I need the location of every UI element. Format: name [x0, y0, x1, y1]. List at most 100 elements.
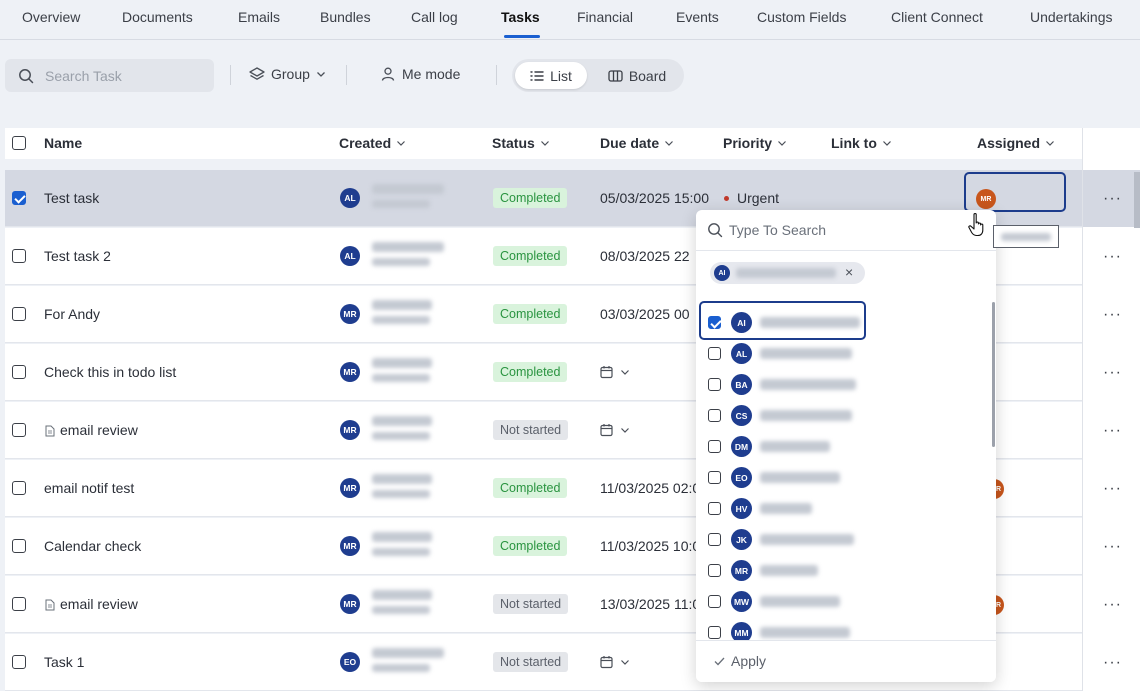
task-name[interactable]: Calendar check	[44, 538, 141, 554]
assignee-checkbox[interactable]	[708, 347, 721, 360]
due-date[interactable]: 13/03/2025 11:0	[600, 596, 700, 612]
row-more-icon[interactable]: ···	[1103, 538, 1122, 556]
set-due-date-button[interactable]	[600, 655, 630, 669]
task-name[interactable]: Test task 2	[44, 248, 111, 264]
status-badge[interactable]: Completed	[493, 362, 568, 382]
due-date[interactable]: 11/03/2025 02:0	[600, 480, 700, 496]
task-name[interactable]: Task 1	[44, 654, 84, 670]
tab-undertakings[interactable]: Undertakings	[1030, 9, 1113, 25]
row-checkbox[interactable]	[12, 249, 26, 263]
task-name[interactable]: email review	[60, 596, 138, 612]
assignee-checkbox[interactable]	[708, 378, 721, 391]
task-name[interactable]: Test task	[44, 190, 99, 206]
row-checkbox[interactable]	[12, 191, 26, 205]
tab-call-log[interactable]: Call log	[411, 9, 458, 25]
task-name[interactable]: For Andy	[44, 306, 100, 322]
active-tab-indicator	[504, 35, 540, 38]
status-badge[interactable]: Completed	[493, 478, 568, 498]
assignee-checkbox[interactable]	[708, 409, 721, 422]
row-checkbox[interactable]	[12, 365, 26, 379]
status-badge[interactable]: Not started	[493, 652, 569, 672]
status-badge[interactable]: Completed	[493, 188, 568, 208]
group-button[interactable]: Group	[249, 66, 326, 82]
task-name[interactable]: Check this in todo list	[44, 364, 176, 380]
task-search[interactable]	[5, 59, 214, 92]
assignee-option[interactable]: MW	[696, 587, 992, 618]
column-assigned-label: Assigned	[977, 135, 1041, 151]
set-due-date-button[interactable]	[600, 423, 630, 437]
tab-financial[interactable]: Financial	[577, 9, 633, 25]
row-checkbox[interactable]	[12, 539, 26, 553]
row-more-icon[interactable]: ···	[1103, 306, 1122, 324]
assignee-option[interactable]: JK	[696, 525, 992, 556]
status-badge[interactable]: Not started	[493, 594, 569, 614]
priority-value[interactable]: Urgent	[737, 190, 779, 206]
row-more-icon[interactable]: ···	[1103, 364, 1122, 382]
row-checkbox[interactable]	[12, 481, 26, 495]
row-more-icon[interactable]: ···	[1103, 190, 1122, 208]
assignee-checkbox[interactable]	[708, 471, 721, 484]
assignee-search[interactable]	[696, 210, 996, 251]
due-date[interactable]: 08/03/2025 22	[600, 248, 690, 264]
row-more-icon[interactable]: ···	[1103, 422, 1122, 440]
assignee-checkbox[interactable]	[708, 595, 721, 608]
assignee-option[interactable]: DM	[696, 432, 992, 463]
set-due-date-button[interactable]	[600, 365, 630, 379]
column-priority[interactable]: Priority	[723, 135, 787, 151]
tab-bundles[interactable]: Bundles	[320, 9, 371, 25]
assignee-option[interactable]: MR	[696, 556, 992, 587]
redacted-assignee-name	[760, 627, 850, 638]
table-scrollbar[interactable]	[1134, 172, 1140, 228]
tab-events[interactable]: Events	[676, 9, 719, 25]
column-created[interactable]: Created	[339, 135, 406, 151]
board-view-button[interactable]: Board	[597, 62, 677, 89]
row-more-icon[interactable]: ···	[1103, 248, 1122, 266]
due-date[interactable]: 05/03/2025 15:00	[600, 190, 709, 206]
due-date[interactable]: 03/03/2025 00	[600, 306, 690, 322]
column-due-date[interactable]: Due date	[600, 135, 674, 151]
task-name[interactable]: email review	[60, 422, 138, 438]
tab-custom-fields[interactable]: Custom Fields	[757, 9, 846, 25]
dropdown-scrollbar[interactable]	[992, 302, 995, 447]
assignee-option[interactable]: HV	[696, 494, 992, 525]
assignee-option[interactable]: CS	[696, 401, 992, 432]
tab-tasks[interactable]: Tasks	[501, 9, 540, 25]
redacted-creator-name	[372, 648, 444, 658]
select-all-checkbox[interactable]	[12, 136, 26, 150]
tab-overview[interactable]: Overview	[22, 9, 80, 25]
assignee-option[interactable]: EO	[696, 463, 992, 494]
remove-chip-icon[interactable]: ×	[845, 264, 853, 280]
assignee-checkbox[interactable]	[708, 440, 721, 453]
row-checkbox[interactable]	[12, 655, 26, 669]
assignee-search-input[interactable]	[729, 220, 969, 240]
assignee-option[interactable]: AL	[696, 339, 992, 370]
assignee-checkbox[interactable]	[708, 626, 721, 639]
search-task-input[interactable]	[45, 65, 205, 86]
status-badge[interactable]: Not started	[493, 420, 569, 440]
tab-client-connect[interactable]: Client Connect	[891, 9, 983, 25]
column-link-to[interactable]: Link to	[831, 135, 892, 151]
assignee-checkbox[interactable]	[708, 564, 721, 577]
tab-documents[interactable]: Documents	[122, 9, 193, 25]
assignee-checkbox[interactable]	[708, 502, 721, 515]
column-assigned[interactable]: Assigned	[977, 135, 1055, 151]
column-status[interactable]: Status	[492, 135, 550, 151]
row-checkbox[interactable]	[12, 597, 26, 611]
row-more-icon[interactable]: ···	[1103, 596, 1122, 614]
list-view-button[interactable]: List	[515, 62, 587, 89]
row-more-icon[interactable]: ···	[1103, 654, 1122, 672]
apply-button[interactable]: Apply	[714, 653, 766, 669]
status-badge[interactable]: Completed	[493, 536, 568, 556]
task-name[interactable]: email notif test	[44, 480, 134, 496]
due-date[interactable]: 11/03/2025 10:0	[600, 538, 700, 554]
status-badge[interactable]: Completed	[493, 304, 568, 324]
row-checkbox[interactable]	[12, 307, 26, 321]
assignee-option[interactable]: BA	[696, 370, 992, 401]
me-mode-button[interactable]: Me mode	[380, 66, 460, 82]
assignee-checkbox[interactable]	[708, 533, 721, 546]
column-name[interactable]: Name	[44, 135, 82, 151]
tab-emails[interactable]: Emails	[238, 9, 280, 25]
row-more-icon[interactable]: ···	[1103, 480, 1122, 498]
status-badge[interactable]: Completed	[493, 246, 568, 266]
row-checkbox[interactable]	[12, 423, 26, 437]
